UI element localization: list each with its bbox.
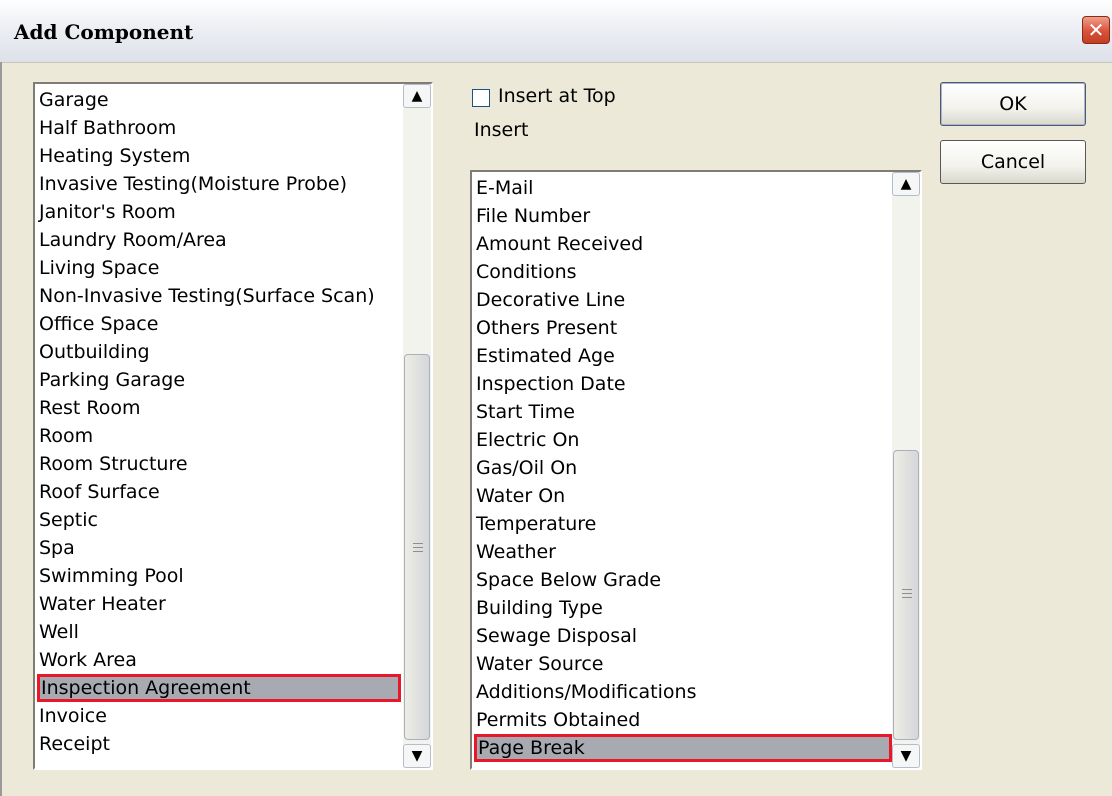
grip-icon <box>413 543 423 552</box>
list-item[interactable]: File Number <box>474 202 892 230</box>
list-item[interactable]: Water Heater <box>37 590 401 618</box>
list-item[interactable]: Gas/Oil On <box>474 454 892 482</box>
list-item[interactable]: Estimated Age <box>474 342 892 370</box>
list-item[interactable]: Start Time <box>474 398 892 426</box>
list-item[interactable]: Non-Invasive Testing(Surface Scan) <box>37 282 401 310</box>
close-button[interactable]: ✕ <box>1082 16 1110 44</box>
component-list-items: Garage Half Bathroom Heating System Invasiv… <box>37 86 401 758</box>
scroll-thumb[interactable] <box>893 450 919 740</box>
scroll-up-icon: ▲ <box>411 88 423 104</box>
list-item-selected[interactable]: Page Break <box>474 734 892 762</box>
scroll-up-button[interactable]: ▲ <box>892 172 920 196</box>
insert-list-scrollbar[interactable]: ▲ ▼ <box>892 172 920 768</box>
list-item[interactable]: Roof Surface <box>37 478 401 506</box>
list-item[interactable]: Inspection Date <box>474 370 892 398</box>
dialog-title: Add Component <box>14 20 194 44</box>
list-item[interactable]: Others Present <box>474 314 892 342</box>
list-item[interactable]: Invoice <box>37 702 401 730</box>
list-item[interactable]: Water On <box>474 482 892 510</box>
list-item[interactable]: Building Type <box>474 594 892 622</box>
scroll-down-icon: ▼ <box>900 748 912 764</box>
list-item[interactable]: Half Bathroom <box>37 114 401 142</box>
insert-at-top-label[interactable]: Insert at Top <box>498 85 616 107</box>
list-item[interactable]: Decorative Line <box>474 286 892 314</box>
list-item[interactable]: Room Structure <box>37 450 401 478</box>
close-icon: ✕ <box>1087 18 1105 42</box>
list-item[interactable]: Temperature <box>474 510 892 538</box>
list-item[interactable]: Janitor's Room <box>37 198 401 226</box>
scroll-down-button[interactable]: ▼ <box>403 744 431 768</box>
list-item[interactable]: Septic <box>37 506 401 534</box>
list-item[interactable]: Garage <box>37 86 401 114</box>
scroll-down-icon: ▼ <box>411 748 423 764</box>
list-item[interactable]: Work Area <box>37 646 401 674</box>
component-list[interactable]: Garage Half Bathroom Heating System Invasiv… <box>33 82 433 770</box>
list-item[interactable]: Electric On <box>474 426 892 454</box>
scroll-down-button[interactable]: ▼ <box>892 744 920 768</box>
scroll-up-icon: ▲ <box>900 176 912 192</box>
insert-label: Insert <box>474 119 529 141</box>
list-item-selected[interactable]: Inspection Agreement <box>37 674 401 702</box>
list-item[interactable]: Sewage Disposal <box>474 622 892 650</box>
list-item[interactable]: Rest Room <box>37 394 401 422</box>
list-item[interactable]: Office Space <box>37 310 401 338</box>
list-item[interactable]: Heating System <box>37 142 401 170</box>
list-item[interactable]: Weather <box>474 538 892 566</box>
insert-position-list[interactable]: E-Mail File Number Amount Received Conditio… <box>470 170 922 770</box>
list-item[interactable]: Living Space <box>37 254 401 282</box>
list-item[interactable]: Additions/Modifications <box>474 678 892 706</box>
list-item[interactable]: Invasive Testing(Moisture Probe) <box>37 170 401 198</box>
component-list-scrollbar[interactable]: ▲ ▼ <box>403 84 431 768</box>
list-item[interactable]: Room <box>37 422 401 450</box>
window-frame <box>0 62 2 796</box>
list-item[interactable]: Space Below Grade <box>474 566 892 594</box>
list-item[interactable]: Permits Obtained <box>474 706 892 734</box>
insert-at-top-checkbox[interactable] <box>472 89 490 107</box>
list-item[interactable]: Swimming Pool <box>37 562 401 590</box>
title-bar[interactable]: Add Component ✕ <box>0 0 1112 63</box>
list-item[interactable]: Outbuilding <box>37 338 401 366</box>
list-item[interactable]: Spa <box>37 534 401 562</box>
list-item[interactable]: Laundry Room/Area <box>37 226 401 254</box>
list-item[interactable]: Amount Received <box>474 230 892 258</box>
insert-position-list-items: E-Mail File Number Amount Received Conditio… <box>474 174 892 762</box>
list-item[interactable]: Receipt <box>37 730 401 758</box>
scroll-up-button[interactable]: ▲ <box>403 84 431 108</box>
list-item[interactable]: Conditions <box>474 258 892 286</box>
list-item[interactable]: Water Source <box>474 650 892 678</box>
ok-button[interactable]: OK <box>940 82 1086 126</box>
scroll-thumb[interactable] <box>404 354 430 740</box>
grip-icon <box>902 589 912 598</box>
list-item[interactable]: E-Mail <box>474 174 892 202</box>
list-item[interactable]: Parking Garage <box>37 366 401 394</box>
cancel-button[interactable]: Cancel <box>940 140 1086 184</box>
list-item[interactable]: Well <box>37 618 401 646</box>
